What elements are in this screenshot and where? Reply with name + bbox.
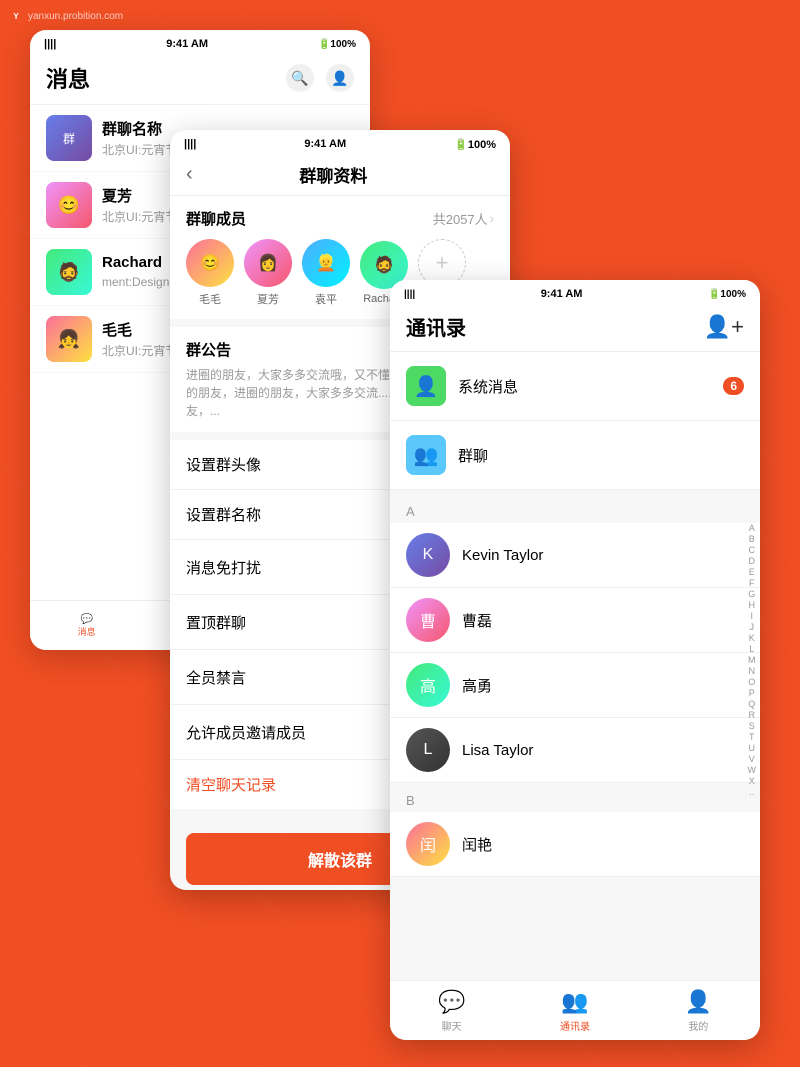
nav-chat-3[interactable]: 💬 聊天 (390, 981, 513, 1040)
messages-header: 消息 🔍 👤 (30, 54, 370, 105)
contacts-header: 通讯录 👤+ (390, 304, 760, 352)
messages-title: 消息 (46, 62, 90, 94)
section-a-list: K Kevin Taylor 曹 曹磊 高 (390, 523, 760, 783)
signal-3: |||| (404, 289, 415, 300)
search-button[interactable]: 🔍 (286, 64, 314, 92)
nav-messages-icon: 💬 (80, 614, 92, 625)
settings-mute-label: 全员禁言 (186, 667, 246, 688)
avatar-lisa: L (406, 728, 450, 772)
settings-nodisturb-label: 消息免打扰 (186, 557, 261, 578)
avatar-gaoyong: 高 (406, 663, 450, 707)
member-name-maomao: 毛毛 (199, 291, 221, 307)
contact-name-lisa: Lisa Taylor (462, 742, 533, 759)
status-bar-2: |||| 9:41 AM 🔋100% (170, 130, 510, 154)
contact-gaoyong[interactable]: 高 高勇 (390, 653, 760, 718)
section-a-label: A (390, 498, 760, 523)
contacts-screen: |||| 9:41 AM 🔋100% 通讯录 👤+ 👤 系统消息 6 👥 群聊 … (390, 280, 760, 1040)
avatar-group-text: 群 (63, 130, 75, 147)
battery-3: 🔋100% (708, 289, 746, 300)
contacts-title: 通讯录 (406, 312, 466, 341)
group-info-title: 群聊资料 (205, 162, 462, 187)
member-avatar-maomao: 😊 (186, 239, 234, 287)
nav-mine-label-3: 我的 (688, 1018, 708, 1033)
contact-lisa[interactable]: L Lisa Taylor (390, 718, 760, 783)
nav-mine-icon-3: 👤 (685, 989, 712, 1015)
signal-2: |||| (184, 138, 196, 150)
status-bar-3: |||| 9:41 AM 🔋100% (390, 280, 760, 304)
member-name-xiafang: 夏芳 (257, 291, 279, 307)
contact-runyan[interactable]: 闰 闰艳 (390, 812, 760, 877)
back-button[interactable]: ‹ (186, 163, 193, 186)
signal-icon: |||| (44, 38, 56, 50)
announcement-title: 群公告 (186, 339, 231, 360)
search-icon: 🔍 (291, 70, 308, 87)
settings-invite-label: 允许成员邀请成员 (186, 722, 306, 743)
avatar-group: 群 (46, 115, 92, 161)
group-icon: 👥 (406, 435, 446, 475)
member-maomao[interactable]: 😊 毛毛 (186, 239, 234, 307)
avatar-maomao: 👧 (46, 316, 92, 362)
member-avatar-xiafang: 👩 (244, 239, 292, 287)
website-dot: Y (8, 8, 24, 24)
contact-name-caolei: 曹磊 (462, 610, 492, 631)
system-message-icon: 👤 (406, 366, 446, 406)
contact-name-runyan: 闰艳 (462, 834, 492, 855)
nav-messages-label: 消息 (78, 625, 96, 638)
contact-kevin[interactable]: K Kevin Taylor (390, 523, 760, 588)
chevron-right-members: › (490, 211, 494, 226)
settings-avatar-label: 设置群头像 (186, 454, 261, 475)
feature-system[interactable]: 👤 系统消息 6 (390, 352, 760, 421)
avatar-kevin: K (406, 533, 450, 577)
contact-caolei[interactable]: 曹 曹磊 (390, 588, 760, 653)
alphabet-index: A B C D E F G H I J K L M N O P Q R S T … (748, 523, 757, 797)
nav-messages[interactable]: 💬 消息 (30, 601, 143, 650)
members-count: 共2057人 › (433, 209, 494, 228)
add-contact-button[interactable]: 👤 (326, 64, 354, 92)
contacts-features: 👤 系统消息 6 👥 群聊 (390, 352, 760, 490)
nav-contacts-3[interactable]: 👥 通讯录 (513, 981, 636, 1040)
group-header: ‹ 群聊资料 (170, 154, 510, 196)
time-1: 9:41 AM (166, 38, 208, 50)
nav-mine-3[interactable]: 👤 我的 (637, 981, 760, 1040)
section-a-wrapper: A K Kevin Taylor 曹 曹磊 (390, 498, 760, 787)
settings-name-label: 设置群名称 (186, 504, 261, 525)
contact-name-kevin: Kevin Taylor (462, 547, 543, 564)
settings-top-label: 置顶群聊 (186, 612, 246, 633)
nav-contacts-icon-3: 👥 (561, 989, 588, 1015)
website-url: yanxun.probition.com (28, 11, 123, 22)
nav-chat-icon-3: 💬 (438, 989, 465, 1015)
avatar-runyan: 闰 (406, 822, 450, 866)
add-contact-icon[interactable]: 👤+ (704, 314, 744, 340)
member-xiafang[interactable]: 👩 夏芳 (244, 239, 292, 307)
feature-system-label: 系统消息 (458, 376, 518, 397)
members-header: 群聊成员 共2057人 › (186, 208, 494, 229)
nav-contacts-label-3: 通讯录 (560, 1018, 590, 1033)
website-tag: Y yanxun.probition.com (8, 8, 123, 24)
feature-group-label: 群聊 (458, 445, 488, 466)
feature-group[interactable]: 👥 群聊 (390, 421, 760, 490)
avatar-xiafang: 😊 (46, 182, 92, 228)
member-avatar-yuanping: 👱 (302, 239, 350, 287)
time-3: 9:41 AM (541, 288, 583, 300)
settings-clear-label: 清空聊天记录 (186, 774, 276, 795)
time-2: 9:41 AM (304, 138, 346, 150)
status-bar-1: |||| 9:41 AM 🔋100% (30, 30, 370, 54)
bottom-nav-3: 💬 聊天 👥 通讯录 👤 我的 (390, 980, 760, 1040)
battery-icon-1: 🔋100% (318, 39, 356, 50)
member-name-yuanping: 袁平 (315, 291, 337, 307)
system-badge: 6 (723, 377, 744, 395)
avatar-caolei: 曹 (406, 598, 450, 642)
section-b-list: 闰 闰艳 (390, 812, 760, 877)
member-yuanping[interactable]: 👱 袁平 (302, 239, 350, 307)
person-icon: 👤 (331, 70, 348, 87)
nav-chat-label-3: 聊天 (442, 1018, 462, 1033)
members-title: 群聊成员 (186, 208, 246, 229)
avatar-rachard: 🧔 (46, 249, 92, 295)
battery-2: 🔋100% (454, 138, 496, 151)
section-b-wrapper: B 闰 闰艳 (390, 787, 760, 881)
header-icons: 🔍 👤 (286, 64, 354, 92)
section-b-label: B (390, 787, 760, 812)
contact-name-gaoyong: 高勇 (462, 675, 492, 696)
